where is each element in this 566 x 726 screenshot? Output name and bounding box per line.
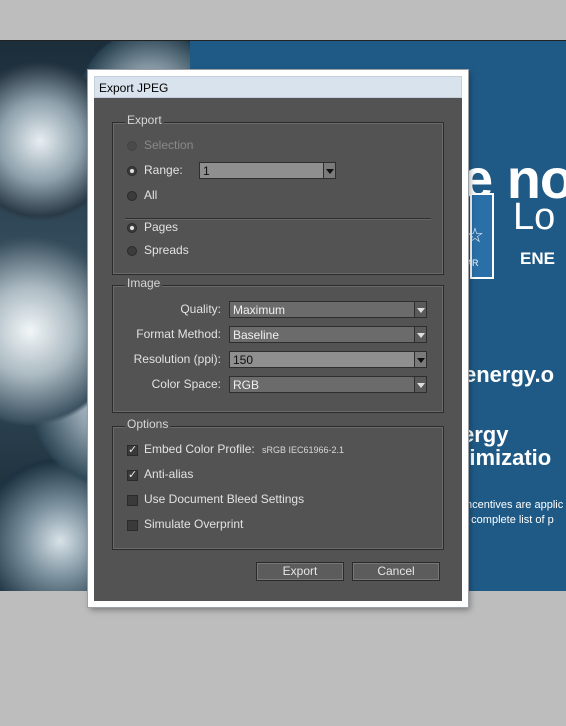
quality-select[interactable]: Maximum: [229, 301, 427, 318]
color-profile-name: sRGB IEC61966-2.1: [262, 445, 345, 455]
range-input[interactable]: 1: [199, 162, 336, 179]
resolution-label: Resolution (ppi):: [133, 352, 221, 366]
selection-radio[interactable]: [127, 141, 137, 151]
star-icon: ☆: [466, 225, 484, 247]
doc-program-line2: timizatio: [462, 445, 552, 470]
dialog-body: Export Selection Range: 1 All Pages Spre…: [94, 98, 462, 601]
range-dropdown-icon[interactable]: [323, 163, 335, 178]
export-group: Export Selection Range: 1 All Pages Spre…: [112, 113, 444, 275]
dialog-title: Export JPEG: [99, 81, 169, 95]
embed-color-profile-label: Embed Color Profile:: [144, 442, 255, 456]
resolution-value: 150: [233, 353, 254, 367]
format-method-select[interactable]: Baseline: [229, 326, 427, 343]
spreads-radio[interactable]: [127, 246, 137, 256]
range-radio[interactable]: [127, 166, 137, 176]
pages-radio[interactable]: [127, 223, 137, 233]
embed-color-profile-checkbox[interactable]: ✓: [127, 445, 138, 456]
chevron-down-icon: [414, 377, 426, 392]
export-jpeg-dialog: Export JPEG Export Selection Range: 1 Al…: [88, 70, 468, 607]
color-space-value: RGB: [233, 378, 260, 392]
range-value: 1: [203, 164, 210, 178]
spreads-label: Spreads: [144, 243, 189, 257]
color-space-label: Color Space:: [151, 377, 221, 391]
range-label: Range:: [144, 163, 183, 177]
resolution-combo[interactable]: 150: [229, 351, 427, 368]
chevron-down-icon[interactable]: [414, 352, 426, 367]
chevron-down-icon: [414, 302, 426, 317]
cancel-button[interactable]: Cancel: [352, 562, 440, 581]
simulate-overprint-label: Simulate Overprint: [144, 517, 244, 531]
quality-value: Maximum: [233, 303, 286, 317]
dialog-titlebar[interactable]: Export JPEG: [94, 76, 462, 98]
format-method-value: Baseline: [233, 328, 280, 342]
options-group: Options ✓ Embed Color Profile: sRGB IEC6…: [112, 417, 444, 550]
image-group-label: Image: [125, 276, 163, 290]
doc-logo-word: Lo: [513, 196, 556, 238]
anti-alias-checkbox[interactable]: ✓: [127, 470, 138, 481]
doc-fine-print-1: ncentives are applic: [466, 499, 564, 511]
simulate-overprint-checkbox[interactable]: [127, 520, 138, 531]
chevron-down-icon: [414, 327, 426, 342]
doc-logo-sub: ENE: [520, 249, 555, 268]
all-label: All: [144, 188, 158, 202]
bleed-settings-checkbox[interactable]: [127, 495, 138, 506]
quality-label: Quality:: [180, 302, 221, 316]
pages-label: Pages: [144, 220, 179, 234]
export-button[interactable]: Export: [256, 562, 344, 581]
doc-website: energy.o: [464, 362, 555, 387]
export-group-label: Export: [125, 113, 164, 127]
color-space-select[interactable]: RGB: [229, 376, 427, 393]
bleed-settings-label: Use Document Bleed Settings: [144, 492, 305, 506]
doc-fine-print-2: a complete list of p: [462, 514, 554, 526]
all-radio[interactable]: [127, 191, 137, 201]
options-group-label: Options: [125, 417, 171, 431]
image-group: Image Quality: Maximum Format Method: Ba…: [112, 276, 444, 413]
selection-label: Selection: [144, 138, 194, 152]
anti-alias-label: Anti-alias: [144, 467, 194, 481]
format-method-label: Format Method:: [136, 327, 221, 341]
